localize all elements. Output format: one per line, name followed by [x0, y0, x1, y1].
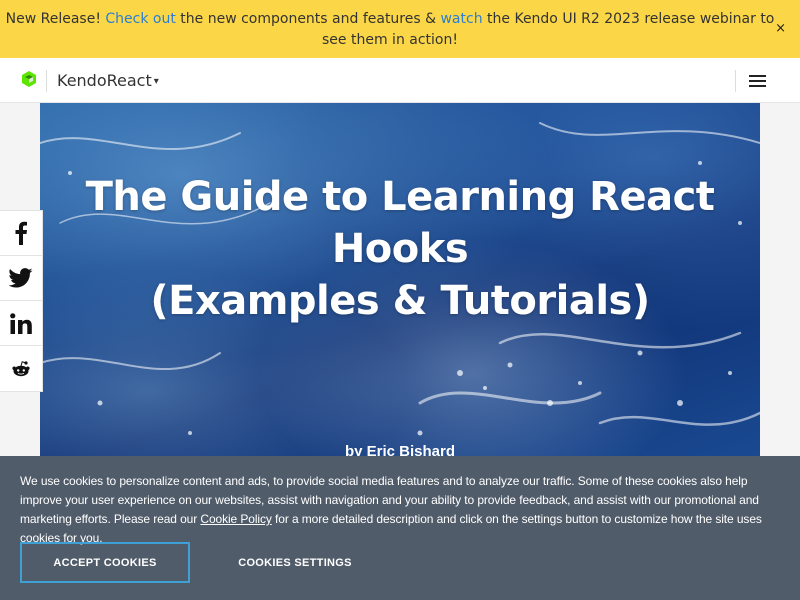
hamburger-menu-icon[interactable] — [749, 75, 766, 87]
share-facebook-button[interactable] — [0, 211, 42, 256]
watch-link[interactable]: watch — [440, 11, 482, 27]
reddit-icon — [12, 360, 30, 376]
product-name: KendoReact — [57, 71, 152, 90]
site-header: KendoReact ▾ — [0, 58, 800, 103]
banner-text-prefix: New Release! — [5, 11, 106, 27]
progress-logo-icon[interactable] — [19, 69, 39, 89]
article-title: The Guide to Learning React Hooks (Examp… — [40, 171, 760, 327]
close-icon[interactable]: × — [775, 22, 786, 35]
product-selector[interactable]: KendoReact ▾ — [57, 71, 159, 94]
linkedin-icon — [10, 312, 32, 334]
banner-text-middle: the new components and features & — [175, 11, 441, 27]
check-out-link[interactable]: Check out — [105, 11, 175, 27]
cookie-policy-link[interactable]: Cookie Policy — [200, 512, 272, 526]
cookies-settings-button[interactable]: COOKIES SETTINGS — [225, 542, 365, 583]
title-line-2: Hooks — [331, 226, 469, 272]
hero-image: The Guide to Learning React Hooks (Examp… — [40, 103, 760, 463]
announcement-banner: New Release! Check out the new component… — [0, 0, 800, 58]
share-linkedin-button[interactable] — [0, 301, 42, 346]
share-twitter-button[interactable] — [0, 256, 42, 301]
share-reddit-button[interactable] — [0, 346, 42, 391]
menu-divider — [735, 70, 736, 92]
social-share-bar — [0, 210, 43, 392]
twitter-icon — [9, 268, 33, 288]
header-divider — [46, 70, 47, 92]
chevron-down-icon: ▾ — [153, 76, 159, 87]
accept-cookies-button[interactable]: ACCEPT COOKIES — [20, 542, 190, 583]
title-line-3: (Examples & Tutorials) — [150, 278, 650, 324]
cookie-consent-banner: We use cookies to personalize content an… — [0, 456, 800, 600]
cookie-message: We use cookies to personalize content an… — [20, 472, 785, 548]
facebook-icon — [15, 221, 27, 245]
title-line-1: The Guide to Learning React — [85, 174, 715, 220]
